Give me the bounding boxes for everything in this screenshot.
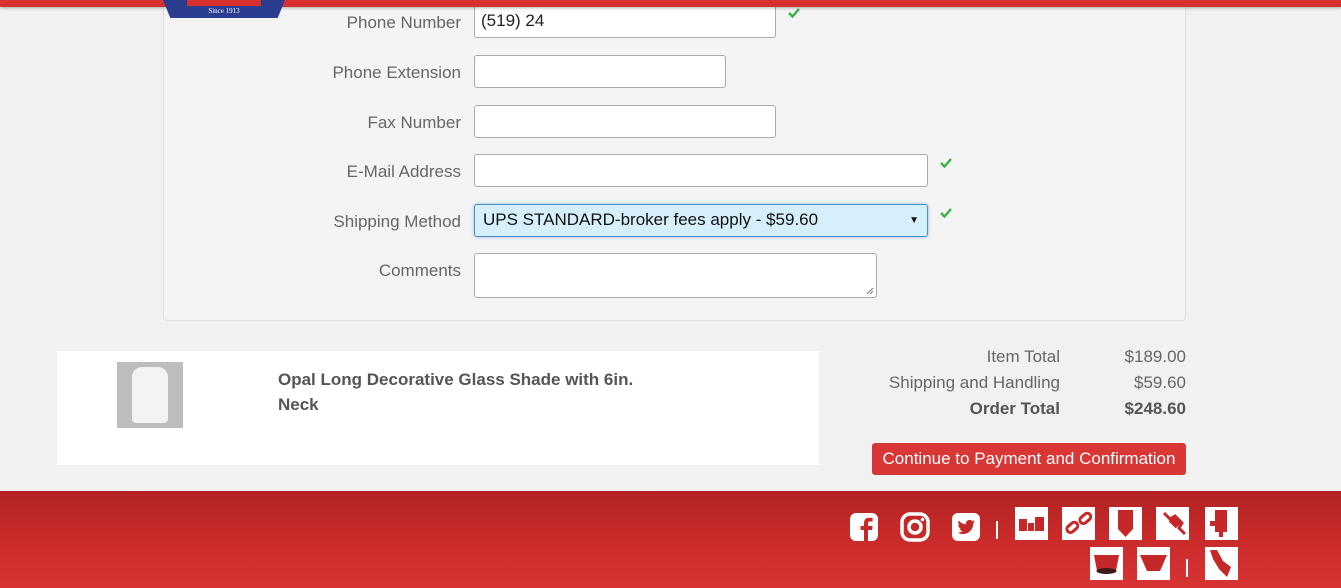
glass-shade-thumbnail[interactable] [117, 362, 183, 428]
redacted-mask [548, 6, 634, 24]
footer-divider [996, 521, 998, 539]
fax-input[interactable] [474, 105, 776, 138]
email-valid-check-icon [940, 158, 952, 169]
order-total-row: Order Total $248.60 [840, 399, 1190, 421]
comments-label: Comments [378, 261, 461, 280]
shipping-total-row: Shipping and Handling $59.60 [840, 373, 1190, 395]
order-total-value: $248.60 [1124, 399, 1186, 418]
shipping-total-value: $59.60 [1134, 373, 1186, 392]
logo-tagline: Since 1913 [208, 7, 240, 15]
order-total-label: Order Total [969, 399, 1060, 418]
phone-extension-label: Phone Extension [332, 63, 461, 82]
footer [0, 491, 1341, 588]
phone-label: Phone Number [346, 13, 461, 32]
shipping-method-select[interactable]: UPS STANDARD-broker fees apply - $59.60 … [474, 204, 928, 237]
comments-textarea[interactable] [474, 253, 877, 298]
shipping-method-value: UPS STANDARD-broker fees apply - $59.60 [483, 210, 819, 229]
wall-fixture-icon[interactable] [1205, 507, 1238, 540]
chain-icon[interactable] [1062, 507, 1095, 540]
glass-shade-image [132, 367, 168, 423]
shade-icon[interactable] [1090, 547, 1123, 580]
contact-form-panel: Phone Number (519) 24 Phone Extension Fa… [163, 0, 1186, 321]
phone-extension-input[interactable] [474, 55, 726, 88]
logo[interactable]: Since 1913 [163, 0, 285, 18]
facebook-icon[interactable] [849, 512, 879, 542]
fax-label: Fax Number [367, 113, 461, 132]
item-total-label: Item Total [986, 347, 1060, 366]
select-arrow-icon: ▼ [909, 215, 919, 226]
continue-to-payment-button[interactable]: Continue to Payment and Confirmation [872, 443, 1186, 475]
item-total-row: Item Total $189.00 [840, 347, 1190, 369]
cup-icon[interactable] [1137, 547, 1170, 580]
resize-grip-icon[interactable] [866, 287, 874, 295]
shipping-label: Shipping Method [333, 212, 461, 231]
shipping-total-label: Shipping and Handling [888, 373, 1060, 392]
email-label: E-Mail Address [346, 162, 461, 181]
hardware-icon[interactable] [1015, 507, 1048, 540]
sconce-icon[interactable] [1205, 547, 1238, 580]
item-title[interactable]: Opal Long Decorative Glass Shade with 6i… [278, 367, 678, 417]
shipping-valid-check-icon [940, 208, 952, 219]
pendant-icon[interactable] [1109, 507, 1142, 540]
phone-valid-check-icon [788, 8, 800, 19]
item-total-value: $189.00 [1124, 347, 1186, 366]
twitter-icon[interactable] [951, 512, 981, 542]
email-input[interactable] [474, 154, 928, 187]
footer-divider-2 [1186, 559, 1188, 577]
cart-item-card: Opal Long Decorative Glass Shade with 6i… [57, 351, 819, 465]
instagram-icon[interactable] [900, 512, 930, 542]
plug-icon[interactable] [1156, 507, 1189, 540]
